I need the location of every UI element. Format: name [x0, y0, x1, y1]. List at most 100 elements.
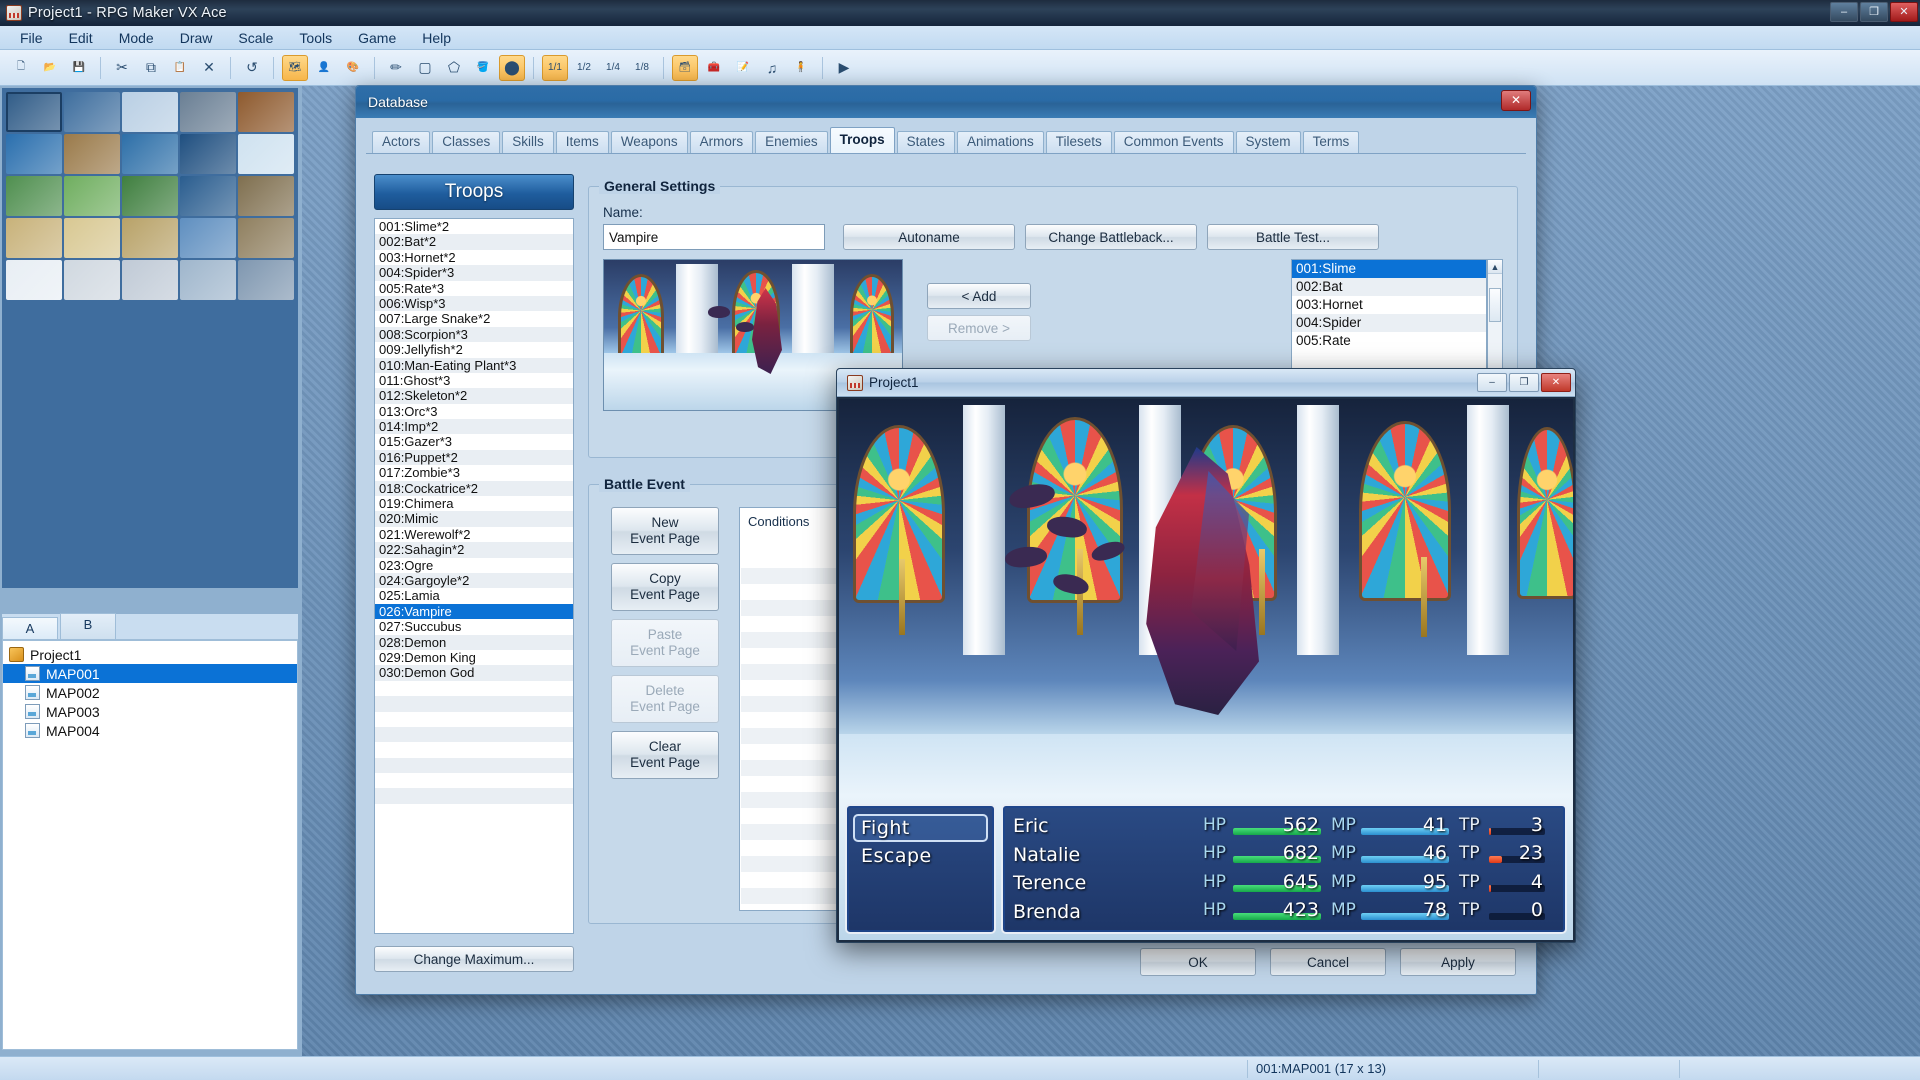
zoom-1-2-icon[interactable]: 1/2 — [571, 55, 597, 81]
party-command-window[interactable]: Fight Escape — [845, 804, 996, 934]
menu-item-tools[interactable]: Tools — [287, 28, 344, 48]
cancel-button[interactable]: Cancel — [1270, 948, 1386, 976]
tab-system[interactable]: System — [1235, 131, 1301, 153]
troop-list-item[interactable] — [375, 726, 573, 743]
tab-troops[interactable]: Troops — [829, 127, 895, 153]
enemy-member-list[interactable]: 001:Slime 002:Bat 003:Hornet 004:Spider 005:… — [1291, 259, 1487, 369]
tab-states[interactable]: States — [896, 131, 955, 153]
menu-item-draw[interactable]: Draw — [168, 28, 225, 48]
tileset-tile[interactable] — [6, 260, 62, 300]
tileset-tile[interactable] — [122, 260, 178, 300]
troop-list-item[interactable] — [375, 742, 573, 757]
troop-list-item[interactable]: 028:Demon — [375, 634, 573, 650]
tileset-tile[interactable] — [6, 176, 62, 216]
script-editor-icon[interactable]: 📝 — [730, 55, 756, 81]
tileset-tile[interactable] — [122, 218, 178, 258]
troop-list-item[interactable]: 017:Zombie*3 — [375, 465, 573, 480]
paste-icon[interactable]: 📋 — [167, 55, 193, 81]
map-tree-item-project1[interactable]: Project1 — [3, 645, 297, 664]
troop-list-item[interactable]: 002:Bat*2 — [375, 234, 573, 250]
tileset-tile[interactable] — [180, 260, 236, 300]
minimize-button[interactable]: – — [1830, 2, 1858, 22]
zoom-1-4-icon[interactable]: 1/4 — [600, 55, 626, 81]
tileset-tile[interactable] — [180, 134, 236, 174]
troop-list-item[interactable] — [375, 696, 573, 712]
troop-list-item[interactable]: 016:Puppet*2 — [375, 449, 573, 466]
tileset-tile[interactable] — [122, 134, 178, 174]
menu-item-edit[interactable]: Edit — [57, 28, 105, 48]
enemy-list-scrollbar[interactable]: ▲ — [1487, 259, 1503, 369]
tab-animations[interactable]: Animations — [956, 131, 1044, 153]
troop-list-item[interactable]: 001:Slime*2 — [375, 219, 573, 234]
apply-button[interactable]: Apply — [1400, 948, 1516, 976]
map-tree[interactable]: Project1 MAP001 MAP002 MAP003 MAP004 — [2, 640, 298, 1050]
enemy-list-item[interactable]: 003:Hornet — [1292, 296, 1486, 314]
troop-list-item[interactable]: 003:Hornet*2 — [375, 250, 573, 265]
playtest-icon[interactable]: ▶ — [831, 55, 857, 81]
troop-list-item[interactable]: 020:Mimic — [375, 511, 573, 527]
troop-list-item[interactable]: 007:Large Snake*2 — [375, 311, 573, 326]
map-tree-item-map001[interactable]: MAP001 — [3, 664, 297, 683]
change-battleback-button[interactable]: Change Battleback... — [1025, 224, 1197, 250]
tab-enemies[interactable]: Enemies — [755, 131, 828, 153]
character-generator-icon[interactable]: 🧍 — [788, 55, 814, 81]
map-tree-item-map003[interactable]: MAP003 — [3, 702, 297, 721]
troops-list[interactable]: 001:Slime*2 002:Bat*2 003:Hornet*2 004:Spid… — [374, 218, 574, 934]
tab-weapons[interactable]: Weapons — [610, 131, 688, 153]
map-mode-icon[interactable]: 🗺 — [282, 54, 308, 81]
tileset-tile[interactable] — [64, 176, 120, 216]
resource-manager-icon[interactable]: 🧰 — [701, 55, 727, 81]
troop-list-item[interactable]: 013:Orc*3 — [375, 404, 573, 419]
menu-item-file[interactable]: File — [8, 28, 55, 48]
troop-list-item[interactable] — [375, 757, 573, 774]
troop-list-item[interactable]: 023:Ogre — [375, 558, 573, 573]
game-canvas[interactable]: Fight Escape Eric HP 562 MP 41 TP 3 Natalie HP 682… — [839, 399, 1573, 940]
party-command-escape[interactable]: Escape — [853, 842, 988, 870]
database-icon[interactable]: 🗃 — [672, 54, 698, 81]
tab-terms[interactable]: Terms — [1302, 131, 1360, 153]
troop-list-item[interactable]: 030:Demon God — [375, 665, 573, 681]
tab-common-events[interactable]: Common Events — [1113, 131, 1234, 153]
cut-icon[interactable]: ✂ — [109, 55, 135, 81]
zoom-1-1-icon[interactable]: 1/1 — [542, 54, 568, 81]
game-minimize-button[interactable]: – — [1477, 373, 1507, 392]
copy-icon[interactable]: ⧉ — [138, 55, 164, 81]
tab-skills[interactable]: Skills — [502, 131, 554, 153]
map-tree-item-map002[interactable]: MAP002 — [3, 683, 297, 702]
scrollbar-thumb[interactable] — [1489, 288, 1501, 322]
troop-list-item[interactable]: 012:Skeleton*2 — [375, 388, 573, 404]
open-project-icon[interactable]: 📂 — [37, 55, 63, 81]
clear-event-page-button[interactable]: Clear Event Page — [611, 731, 719, 779]
troop-list-item[interactable]: 026:Vampire — [375, 603, 573, 620]
party-status-window[interactable]: Eric HP 562 MP 41 TP 3 Natalie HP 682 MP 46 TP 23 Tere… — [1001, 804, 1567, 934]
ellipse-tool-icon[interactable]: ⬠ — [441, 55, 467, 81]
menu-item-game[interactable]: Game — [346, 28, 408, 48]
undo-icon[interactable]: ↺ — [239, 55, 265, 81]
troop-list-item[interactable]: 014:Imp*2 — [375, 419, 573, 435]
troop-list-item[interactable]: 006:Wisp*3 — [375, 295, 573, 312]
game-close-button[interactable]: ✕ — [1541, 373, 1571, 392]
menu-item-help[interactable]: Help — [410, 28, 463, 48]
game-maximize-button[interactable]: ❐ — [1509, 373, 1539, 392]
menu-item-mode[interactable]: Mode — [107, 28, 166, 48]
tileset-tile[interactable] — [180, 218, 236, 258]
enemy-list-item[interactable]: 005:Rate — [1292, 332, 1486, 350]
enemy-list-item[interactable]: 002:Bat — [1292, 278, 1486, 296]
troop-list-item[interactable]: 029:Demon King — [375, 650, 573, 665]
tileset-tile[interactable] — [238, 218, 294, 258]
tileset-tile[interactable] — [238, 260, 294, 300]
tab-tilesets[interactable]: Tilesets — [1045, 131, 1112, 153]
tileset-tile[interactable] — [238, 176, 294, 216]
database-close-button[interactable]: ✕ — [1501, 90, 1531, 111]
layer-tab-a[interactable]: A — [2, 617, 58, 639]
menu-item-scale[interactable]: Scale — [226, 28, 285, 48]
troop-list-item[interactable]: 022:Sahagin*2 — [375, 542, 573, 558]
troop-list-item[interactable] — [375, 712, 573, 727]
save-project-icon[interactable]: 💾 — [66, 55, 92, 81]
tileset-tile[interactable] — [122, 176, 178, 216]
maximize-button[interactable]: ❐ — [1860, 2, 1888, 22]
scroll-up-arrow-icon[interactable]: ▲ — [1488, 260, 1502, 274]
troop-list-item[interactable]: 005:Rate*3 — [375, 281, 573, 296]
battle-test-button[interactable]: Battle Test... — [1207, 224, 1379, 250]
tileset-tile[interactable] — [6, 92, 62, 132]
